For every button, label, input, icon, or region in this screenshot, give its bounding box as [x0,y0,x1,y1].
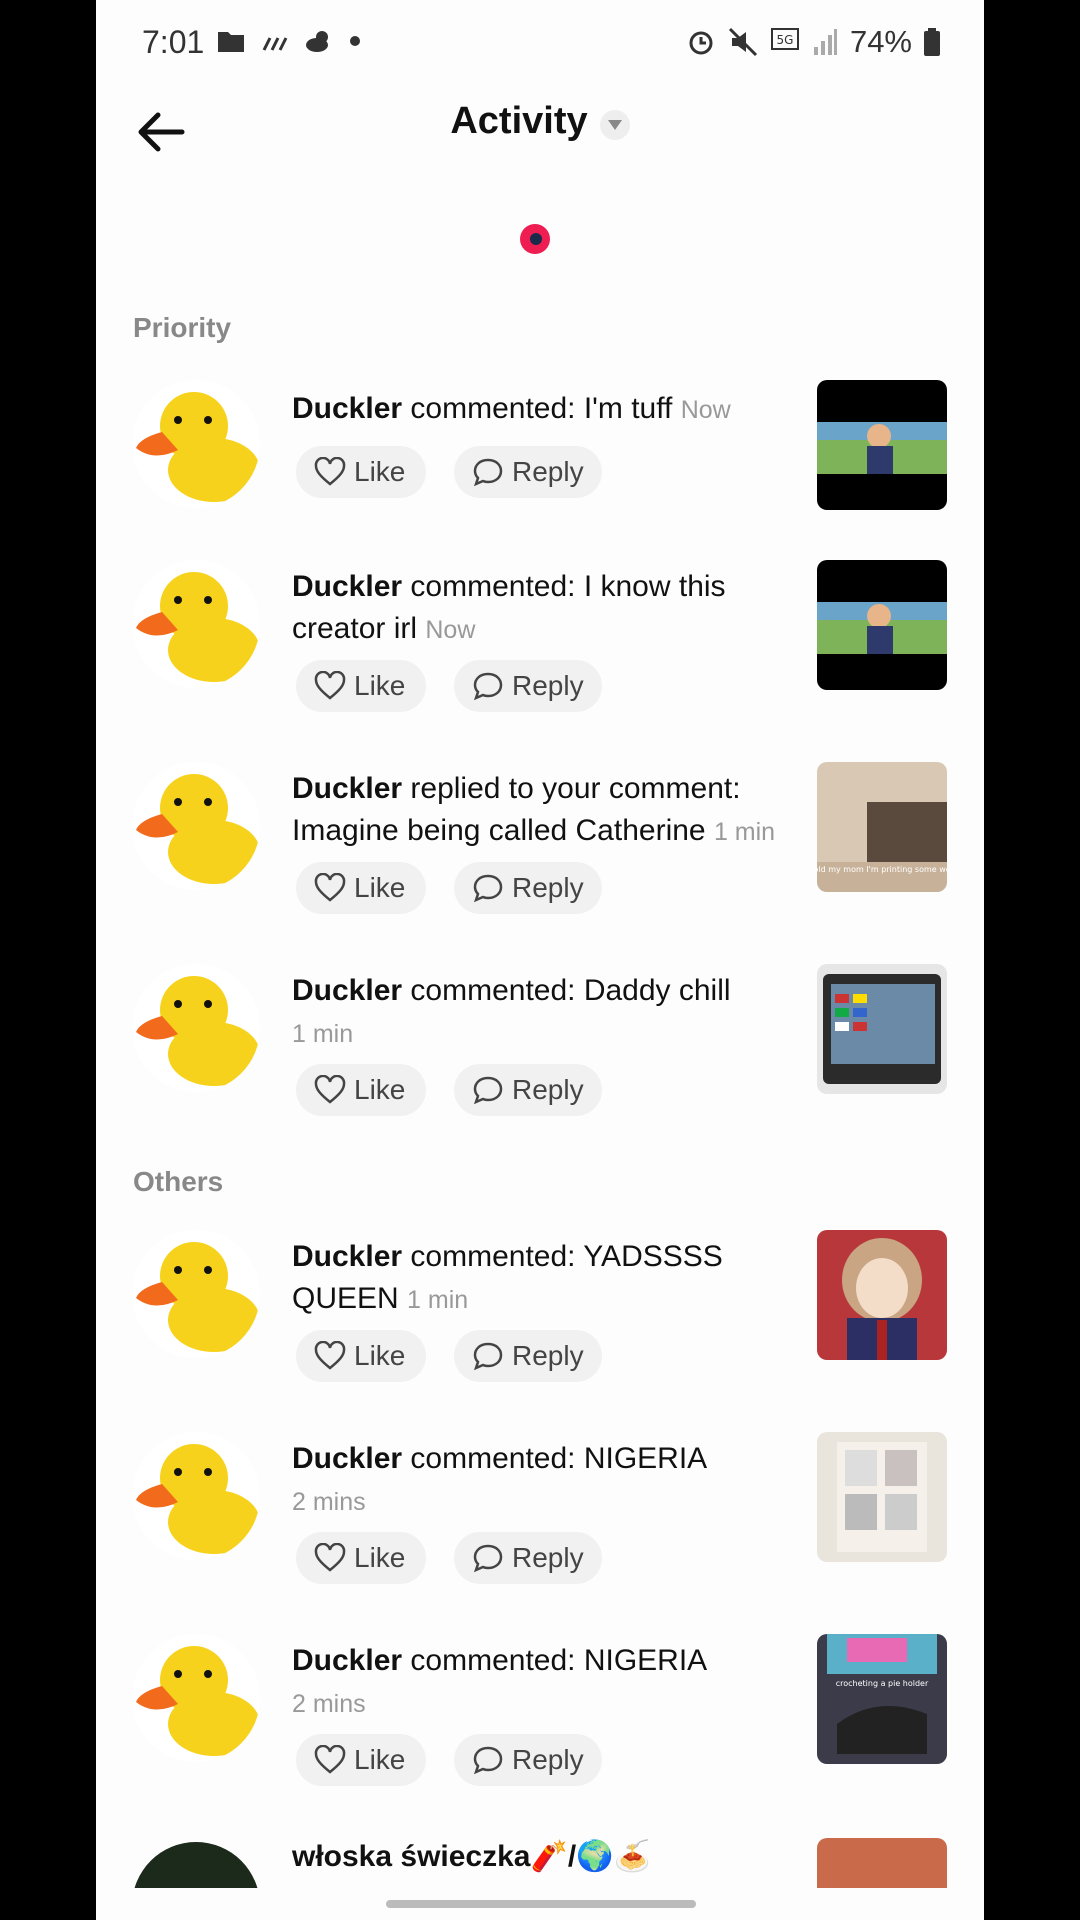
notification-username[interactable]: włoska świeczka🧨/🌍🍝 [292,1840,651,1873]
notification-time: 2 mins [292,1690,366,1718]
home-indicator[interactable] [386,1900,696,1908]
notification-username[interactable]: Duckler [292,1240,402,1273]
notification-item[interactable]: włoska świeczka🧨/🌍🍝 [96,1836,984,1888]
like-button[interactable]: Like [296,660,426,712]
like-button[interactable]: Like [296,1330,426,1382]
comment-icon [473,1342,503,1371]
avatar[interactable] [132,1634,260,1762]
reply-button[interactable]: Reply [454,1064,602,1116]
avatar[interactable] [132,762,260,890]
svg-text:I told my mom I'm printing som: I told my mom I'm printing some work [817,865,947,874]
notification-text: commented: NIGERIA [410,1442,708,1475]
like-button[interactable]: Like [296,446,426,498]
top-bar: Activity [96,90,984,190]
notification-username[interactable]: Duckler [292,772,402,805]
status-bar: 7:01 5G 74% [96,0,984,90]
comment-icon [473,1746,503,1775]
video-thumbnail[interactable] [817,964,947,1094]
avatar[interactable] [132,380,260,508]
heart-icon [314,873,346,902]
network-5g-icon: 5G [770,28,799,50]
battery-icon [924,28,940,56]
like-button[interactable]: Like [296,1734,426,1786]
avatar[interactable] [132,1230,260,1358]
mute-icon [728,27,758,57]
section-others: Others [133,1166,224,1197]
activity-screen: 7:01 5G 74% Activity Priority Duckler co… [96,0,984,1920]
avatar[interactable] [132,1842,260,1888]
reply-button[interactable]: Reply [454,1734,602,1786]
svg-text:5G: 5G [776,33,793,47]
comment-icon [473,1076,503,1105]
notification-username[interactable]: Duckler [292,1644,402,1677]
cloud-sun-icon [306,31,328,52]
notification-time: 2 mins [292,1488,366,1516]
weather-icon [262,37,288,51]
comment-icon [473,1544,503,1573]
loading-spinner [520,224,550,254]
reply-button[interactable]: Reply [454,446,602,498]
like-button[interactable]: Like [296,1064,426,1116]
alarm-icon [689,31,713,55]
video-thumbnail[interactable] [817,560,947,690]
heart-icon [314,1745,346,1774]
notification-username[interactable]: Duckler [292,392,402,425]
svg-text:crocheting a pie holder: crocheting a pie holder [836,1679,929,1688]
dot-icon [350,36,360,46]
comment-icon [473,672,503,701]
section-priority: Priority [133,312,232,343]
notification-username[interactable]: Duckler [292,1442,402,1475]
heart-icon [314,1543,346,1572]
reply-button[interactable]: Reply [454,862,602,914]
battery-percent: 74% [849,24,912,59]
heart-icon [314,1341,346,1370]
like-button[interactable]: Like [296,862,426,914]
avatar[interactable] [132,964,260,1092]
avatar[interactable] [132,1432,260,1560]
reply-button[interactable]: Reply [454,1330,602,1382]
status-time: 7:01 [142,24,205,60]
notification-username[interactable]: Duckler [292,570,402,603]
video-thumbnail[interactable]: I told my mom I'm printing some work [817,762,947,892]
notification-text: commented: NIGERIA [410,1644,708,1677]
avatar[interactable] [132,560,260,688]
heart-icon [314,457,346,486]
comment-icon [473,874,503,903]
video-thumbnail[interactable] [817,1838,947,1888]
video-thumbnail[interactable] [817,1230,947,1360]
video-thumbnail[interactable] [817,1432,947,1562]
notification-time: 1 min [713,818,776,846]
notification-time: 1 min [407,1286,469,1314]
notification-time: 1 min [292,1020,354,1048]
notification-time: Now [680,396,731,424]
heart-icon [314,671,346,700]
notification-time: Now [425,616,476,644]
notification-text: commented: Daddy chill [410,974,731,1007]
notification-username[interactable]: Duckler [292,974,402,1007]
chevron-down-icon[interactable] [599,109,630,140]
reply-button[interactable]: Reply [454,660,602,712]
notification-text: commented: I'm tuff [410,392,673,425]
video-thumbnail[interactable]: crocheting a pie holder [817,1634,947,1764]
comment-icon [473,458,503,487]
page-title[interactable]: Activity [450,100,587,142]
like-button[interactable]: Like [296,1532,426,1584]
folder-icon [218,32,244,52]
video-thumbnail[interactable] [817,380,947,510]
reply-button[interactable]: Reply [454,1532,602,1584]
signal-icon [813,29,837,55]
heart-icon [314,1075,346,1104]
